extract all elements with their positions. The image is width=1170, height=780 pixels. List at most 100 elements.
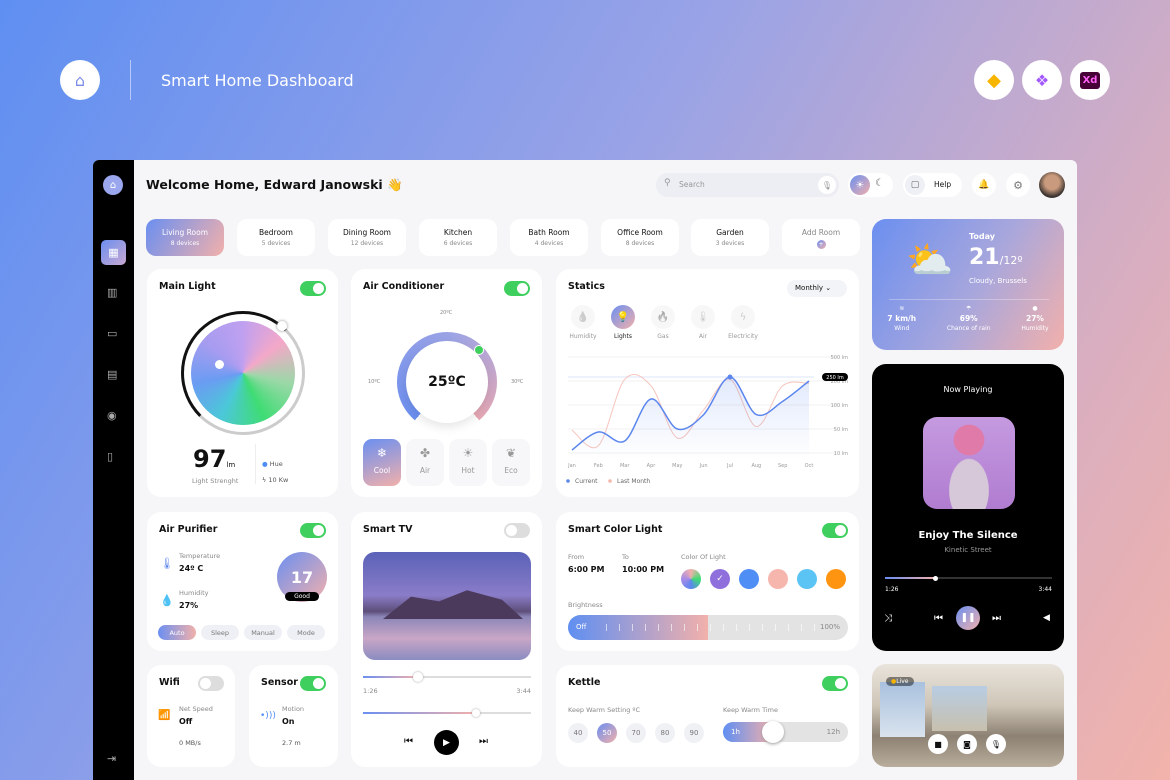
next-icon[interactable]: ⏭	[479, 736, 488, 747]
sidebar-item-building[interactable]: ▥	[107, 286, 117, 299]
room-tab[interactable]: Bath Room 4 devices	[510, 219, 588, 256]
ac-toggle[interactable]	[504, 281, 530, 296]
ac-mode-cool[interactable]: ❄ Cool	[363, 439, 401, 486]
brightness-slider[interactable]: Off 100%	[568, 615, 848, 640]
sun-icon: ☀	[462, 446, 474, 460]
purifier-mode-sleep[interactable]: Sleep	[201, 625, 239, 640]
purifier-mode-manual[interactable]: Manual	[244, 625, 282, 640]
tv-seek-bar[interactable]	[363, 676, 531, 678]
x-tick-label: May	[672, 463, 682, 469]
x-tick-label: Aug	[751, 463, 761, 469]
main-light-card: Main Light 97lm Light Strenght ● Hue ϟ 1…	[147, 269, 338, 497]
help-button[interactable]: ▢ Help	[903, 173, 962, 197]
kettle-temp-option[interactable]: 90	[684, 723, 704, 743]
kettle-temp-option[interactable]: 50	[597, 723, 617, 743]
slider-tick	[684, 624, 685, 631]
room-tab[interactable]: Bedroom 5 devices	[237, 219, 315, 256]
kettle-toggle[interactable]	[822, 676, 848, 691]
wheel-handle[interactable]	[215, 360, 224, 369]
room-tab[interactable]: Kitchen 6 devices	[419, 219, 497, 256]
x-tick-label: Oct	[805, 463, 814, 469]
sidebar-item-calendar[interactable]: ▤	[107, 368, 117, 381]
dial-handle[interactable]	[277, 321, 287, 331]
wifi-card: Wifi 📶 Net Speed Off 0 MB/s	[147, 665, 235, 767]
category-electricity[interactable]: ϟ Electricity	[724, 305, 762, 340]
legend-label: Last Month	[617, 478, 650, 485]
seek-handle[interactable]	[413, 672, 424, 682]
keep-warm-slider[interactable]: 1h 12h	[723, 722, 848, 742]
temp-handle[interactable]	[474, 345, 484, 355]
mic-icon[interactable]: 🎙	[986, 734, 1006, 754]
period-select[interactable]: Monthly ⌄	[787, 280, 847, 297]
logout-icon[interactable]: ⇥	[107, 752, 116, 765]
mic-icon[interactable]: 🎙	[818, 176, 836, 194]
volume-icon[interactable]: ◀	[1043, 613, 1050, 623]
color-swatch[interactable]	[797, 569, 817, 589]
category-gas[interactable]: 🔥 Gas	[644, 305, 682, 340]
color-swatch[interactable]	[681, 569, 701, 589]
kettle-temp-option[interactable]: 70	[626, 723, 646, 743]
shuffle-icon[interactable]: ⤨	[884, 613, 892, 624]
room-tab[interactable]: Office Room 8 devices	[601, 219, 679, 256]
volume-handle[interactable]	[471, 709, 480, 717]
settings-icon[interactable]: ⚙	[1006, 173, 1030, 197]
room-tab[interactable]: Living Room 8 devices	[146, 219, 224, 256]
kettle-temp-option[interactable]: 80	[655, 723, 675, 743]
kettle-temp-option[interactable]: 40	[568, 723, 588, 743]
notification-icon[interactable]: 🔔	[972, 173, 996, 197]
figma-icon[interactable]: ❖	[1022, 60, 1062, 100]
color-wheel[interactable]	[191, 321, 295, 425]
slider-tick	[762, 624, 763, 631]
camera-card: ●Live ■ ◙ 🎙	[872, 664, 1064, 767]
sidebar-item-clipboard[interactable]: ▯	[107, 450, 113, 463]
pause-button[interactable]: ❚❚	[956, 606, 980, 630]
chat-icon: ▢	[905, 175, 925, 195]
weather-card: ⛅ Today 21/12º Cloudy, Brussels ≋ 7 km/h W…	[872, 219, 1064, 350]
tv-toggle[interactable]	[504, 523, 530, 538]
ac-mode-air[interactable]: ✤ Air	[406, 439, 444, 486]
theme-toggle[interactable]: ☀ ☾	[848, 173, 893, 197]
moon-icon[interactable]: ☾	[875, 178, 884, 189]
category-air[interactable]: 🌡 Air	[684, 305, 722, 340]
color-swatch[interactable]	[768, 569, 788, 589]
color-swatch[interactable]: ✓	[710, 569, 730, 589]
music-progress[interactable]	[885, 575, 1052, 581]
wifi-toggle[interactable]	[198, 676, 224, 691]
progress-handle[interactable]	[933, 575, 939, 581]
slider-handle[interactable]	[762, 721, 784, 743]
sketch-icon[interactable]: ◆	[974, 60, 1014, 100]
category-lights[interactable]: 💡 Lights	[604, 305, 642, 340]
search-input[interactable]: ⚲ Search 🎙	[656, 173, 839, 197]
camera-icon[interactable]: ◙	[957, 734, 977, 754]
room-tab[interactable]: Garden 3 devices	[691, 219, 769, 256]
sun-icon[interactable]: ☀	[850, 175, 870, 195]
sidebar-item-devices[interactable]: ▭	[107, 327, 117, 340]
x-tick-label: Jul	[726, 463, 733, 469]
ac-mode-eco[interactable]: ❦ Eco	[492, 439, 530, 486]
xd-icon[interactable]: Xd	[1070, 60, 1110, 100]
purifier-mode-auto[interactable]: Auto	[158, 625, 196, 640]
sidebar-logo: ⌂	[103, 175, 123, 195]
previous-icon[interactable]: ⏮	[404, 736, 413, 747]
purifier-mode-mode[interactable]: Mode	[287, 625, 325, 640]
room-tab[interactable]: Add Room +	[782, 219, 860, 256]
color-swatch[interactable]	[826, 569, 846, 589]
tv-volume-bar[interactable]	[363, 709, 531, 717]
main-light-toggle[interactable]	[300, 281, 326, 296]
color-light-toggle[interactable]	[822, 523, 848, 538]
ac-mode-hot[interactable]: ☀ Hot	[449, 439, 487, 486]
purifier-toggle[interactable]	[300, 523, 326, 538]
avatar[interactable]	[1039, 172, 1065, 198]
air-purifier-card: Air Purifier 🌡 Temperature 24º C 💧 Humid…	[147, 512, 338, 651]
light-dial[interactable]	[181, 311, 305, 435]
sidebar-item-dashboard[interactable]: ▦	[101, 240, 126, 265]
category-humidity[interactable]: 💧 Humidity	[564, 305, 602, 340]
color-swatch[interactable]	[739, 569, 759, 589]
sidebar-item-energy[interactable]: ◉	[107, 409, 117, 422]
video-icon[interactable]: ■	[928, 734, 948, 754]
previous-icon[interactable]: ⏮	[934, 613, 943, 624]
play-button[interactable]: ▶	[434, 730, 459, 755]
next-icon[interactable]: ⏭	[992, 613, 1001, 624]
sensor-toggle[interactable]	[300, 676, 326, 691]
room-tab[interactable]: Dining Room 12 devices	[328, 219, 406, 256]
